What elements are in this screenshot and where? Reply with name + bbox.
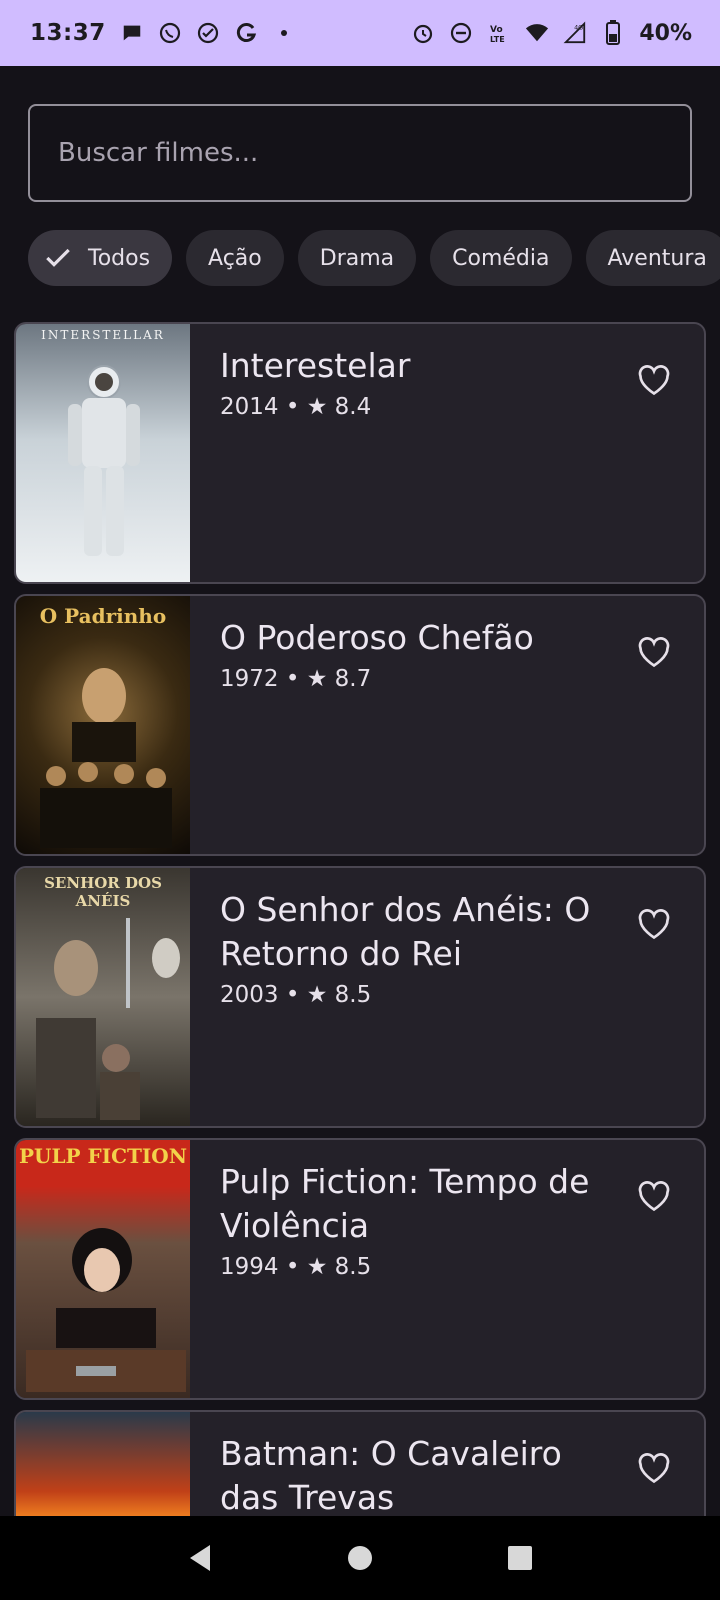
movie-title: Interestelar bbox=[220, 346, 411, 385]
movie-poster: INTERSTELLAR bbox=[16, 324, 190, 582]
movie-card[interactable]: O Padrinho O Poderoso Chefão 1972 • ★ 8.… bbox=[14, 594, 706, 856]
search-box[interactable] bbox=[28, 104, 692, 202]
check-circle-icon bbox=[196, 21, 220, 45]
home-icon bbox=[348, 1546, 372, 1570]
volte-icon: Vo LTE bbox=[487, 21, 511, 45]
recents-button[interactable] bbox=[500, 1538, 540, 1578]
heart-icon bbox=[638, 637, 670, 668]
dnd-icon bbox=[449, 21, 473, 45]
svg-text:4G: 4G bbox=[574, 23, 583, 31]
status-bar: 13:37 Vo LTE 4G 40% bbox=[0, 0, 720, 66]
svg-text:Vo: Vo bbox=[490, 25, 503, 35]
movie-meta: 1972 • ★ 8.7 bbox=[220, 666, 372, 692]
heart-icon bbox=[638, 909, 670, 940]
astronaut-figure bbox=[68, 365, 140, 556]
search-input[interactable] bbox=[58, 106, 690, 200]
chip-acao[interactable]: Ação bbox=[186, 230, 284, 286]
movie-meta: 2003 • ★ 8.5 bbox=[220, 982, 372, 1008]
movie-card[interactable]: INTERSTELLAR Interestelar 2014 • ★ 8.4 bbox=[14, 322, 706, 584]
favorite-button[interactable] bbox=[634, 632, 674, 672]
movie-poster: PULP FICTION bbox=[16, 1140, 190, 1398]
poster-figures bbox=[36, 918, 180, 1120]
chip-label: Comédia bbox=[452, 245, 550, 271]
movie-meta: 1994 • ★ 8.5 bbox=[220, 1254, 372, 1280]
movie-poster: SENHOR DOS ANÉIS bbox=[16, 868, 190, 1126]
movie-poster: O Padrinho bbox=[16, 596, 190, 854]
alarm-icon bbox=[411, 21, 435, 45]
chip-label: Ação bbox=[208, 245, 262, 271]
genre-chips: Todos Ação Drama Comédia Aventura bbox=[28, 230, 720, 286]
movie-meta: 2014 • ★ 8.4 bbox=[220, 394, 372, 420]
movie-title: Pulp Fiction: Tempo de Violência bbox=[220, 1162, 590, 1245]
home-button[interactable] bbox=[340, 1538, 380, 1578]
poster-figures bbox=[26, 1228, 186, 1392]
dot-icon bbox=[272, 21, 296, 45]
system-nav-bar bbox=[0, 1516, 720, 1600]
whatsapp-icon bbox=[158, 21, 182, 45]
favorite-button[interactable] bbox=[634, 360, 674, 400]
heart-icon bbox=[638, 1181, 670, 1212]
movie-title: Batman: O Cavaleiro das Trevas bbox=[220, 1434, 562, 1517]
chip-comedia[interactable]: Comédia bbox=[430, 230, 572, 286]
chip-label: Drama bbox=[319, 245, 395, 271]
status-bar-right: Vo LTE 4G 40% bbox=[411, 20, 692, 46]
chat-bubble-icon bbox=[120, 21, 144, 45]
svg-text:LTE: LTE bbox=[490, 35, 505, 44]
status-bar-left: 13:37 bbox=[30, 20, 296, 46]
favorite-button[interactable] bbox=[634, 904, 674, 944]
check-icon bbox=[46, 248, 70, 267]
movie-title: O Poderoso Chefão bbox=[220, 618, 534, 657]
back-icon bbox=[190, 1545, 210, 1571]
movie-title: O Senhor dos Anéis: O Retorno do Rei bbox=[220, 890, 591, 973]
heart-icon bbox=[638, 365, 670, 396]
poster-figures bbox=[40, 668, 172, 848]
chip-label: Todos bbox=[88, 245, 151, 271]
chip-aventura[interactable]: Aventura bbox=[585, 230, 720, 286]
movie-card[interactable]: PULP FICTION Pulp Fiction: Tempo de Viol… bbox=[14, 1138, 706, 1400]
chip-drama[interactable]: Drama bbox=[297, 230, 417, 286]
heart-icon bbox=[638, 1453, 670, 1484]
chip-label: Aventura bbox=[607, 245, 707, 271]
favorite-button[interactable] bbox=[634, 1448, 674, 1488]
g-icon bbox=[234, 21, 258, 45]
status-time: 13:37 bbox=[30, 20, 106, 46]
battery-icon bbox=[601, 20, 625, 45]
recents-icon bbox=[508, 1546, 532, 1570]
wifi-icon bbox=[525, 21, 549, 45]
chip-todos[interactable]: Todos bbox=[28, 230, 173, 286]
favorite-button[interactable] bbox=[634, 1176, 674, 1216]
battery-percent: 40% bbox=[639, 20, 692, 46]
movie-card[interactable]: SENHOR DOS ANÉIS O Senhor dos Anéis: O R… bbox=[14, 866, 706, 1128]
signal-icon: 4G bbox=[563, 21, 587, 45]
back-button[interactable] bbox=[180, 1538, 220, 1578]
